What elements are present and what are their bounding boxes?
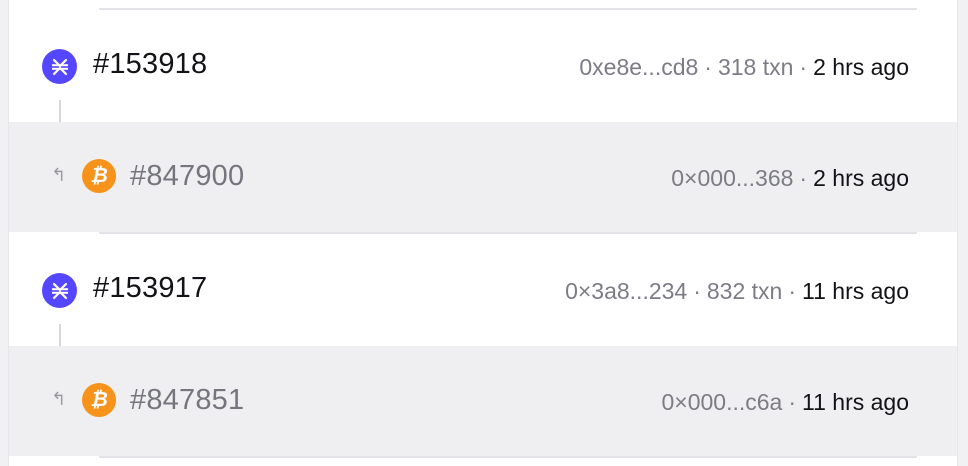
anchor-arrow-icon: ↰ [51, 389, 67, 409]
block-list-page: #153918 0xe8e...cd8 · 318 txn · 2 hrs ago ↰ … [0, 0, 968, 466]
bitcoin-anchor-row[interactable]: ↰ ₿ #847851 0×000...c6a · 11 hrs ago [9, 346, 957, 456]
stacks-block-meta: 0xe8e...cd8 · 318 txn · 2 hrs ago [579, 54, 909, 81]
stacks-icon [42, 273, 77, 308]
bitcoin-block-height[interactable]: #847851 [130, 384, 244, 417]
stacks-block-row[interactable]: #153918 0xe8e...cd8 · 318 txn · 2 hrs ago [9, 10, 957, 122]
bitcoin-block-meta: 0×000...c6a · 11 hrs ago [661, 389, 909, 416]
bitcoin-icon: ₿ [82, 383, 116, 417]
stacks-block-height[interactable]: #153917 [93, 272, 207, 305]
stacks-icon [42, 49, 77, 84]
separator-dot: · [693, 278, 701, 304]
bitcoin-block-height[interactable]: #847900 [130, 160, 244, 193]
block-list: #153918 0xe8e...cd8 · 318 txn · 2 hrs ago ↰ … [8, 0, 958, 466]
txn-count: 318 txn [717, 54, 794, 80]
block-time: 11 hrs ago [802, 389, 909, 415]
block-hash[interactable]: 0×000...c6a [661, 389, 782, 415]
separator-dot: · [788, 389, 797, 415]
row-separator [99, 456, 917, 458]
block-time: 2 hrs ago [813, 165, 909, 191]
stacks-block-row[interactable]: #153917 0×3a8...234 · 832 txn · 11 hrs ago [9, 234, 957, 346]
block-hash[interactable]: 0×3a8...234 [565, 278, 687, 304]
separator-dot: · [788, 278, 797, 304]
separator-dot: · [704, 54, 712, 80]
stacks-block-meta: 0×3a8...234 · 832 txn · 11 hrs ago [565, 278, 909, 305]
bitcoin-icon: ₿ [82, 159, 116, 193]
anchor-connector [59, 324, 61, 346]
block-time: 11 hrs ago [802, 278, 909, 304]
block-hash[interactable]: 0×000...368 [671, 165, 793, 191]
anchor-connector [59, 100, 61, 122]
stacks-block-height[interactable]: #153918 [93, 48, 207, 81]
anchor-arrow-icon: ↰ [51, 165, 67, 185]
txn-count: 832 txn [706, 278, 783, 304]
bitcoin-block-meta: 0×000...368 · 2 hrs ago [671, 165, 909, 192]
bitcoin-anchor-row[interactable]: ↰ ₿ #847900 0×000...368 · 2 hrs ago [9, 122, 957, 232]
block-time: 2 hrs ago [813, 54, 909, 80]
separator-dot: · [799, 165, 808, 191]
separator-dot: · [799, 54, 808, 80]
block-hash[interactable]: 0xe8e...cd8 [579, 54, 698, 80]
